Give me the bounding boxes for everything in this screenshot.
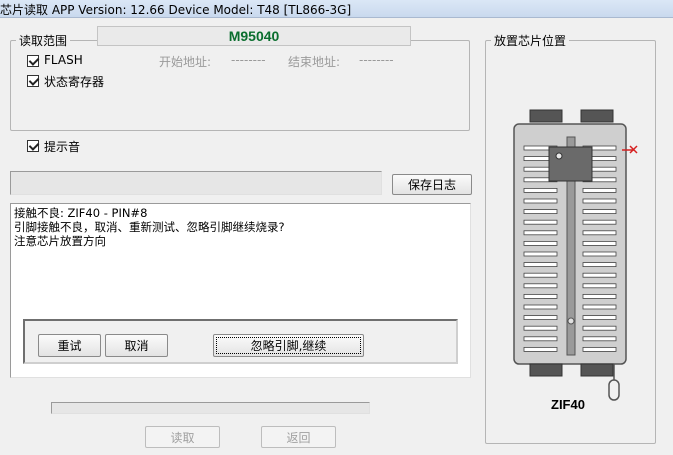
- socket-pin-right: [582, 304, 617, 310]
- start-address-label: 开始地址:: [159, 55, 212, 69]
- socket-top-tab: [580, 109, 614, 123]
- ignore-pin-continue-button[interactable]: 忽略引脚,继续: [213, 334, 364, 357]
- socket-pin-left: [523, 315, 558, 321]
- start-address-value: --------: [231, 53, 266, 67]
- flash-label: FLASH: [44, 53, 83, 67]
- chip-pin1-dot: [555, 152, 563, 160]
- socket-pin-right: [582, 283, 617, 289]
- socket-pin-right: [582, 315, 617, 321]
- socket-pin-right: [582, 251, 617, 257]
- socket-pin-left: [523, 272, 558, 278]
- log-line: 接触不良: ZIF40 - PIN#8: [14, 206, 148, 220]
- socket-pin-left: [523, 198, 558, 204]
- socket-pin-right: [582, 219, 617, 225]
- prompt-sound-label: 提示音: [44, 140, 81, 154]
- read-range-legend: 读取范围: [16, 32, 71, 49]
- socket-pin-left: [523, 336, 558, 342]
- save-log-button[interactable]: 保存日志: [392, 174, 472, 195]
- socket-pin-left: [523, 283, 558, 289]
- operation-progress-bar: [10, 171, 382, 195]
- socket-lever-handle: [608, 379, 620, 401]
- socket-pin-right: [582, 198, 617, 204]
- socket-pin-left: [523, 209, 558, 214]
- socket-label: ZIF40: [551, 397, 585, 412]
- socket-pin-left: [523, 262, 558, 268]
- socket-pin-right: [582, 272, 617, 278]
- window-title: 芯片读取 APP Version: 12.66 Device Model: T4…: [0, 3, 352, 17]
- socket-pin-left: [523, 346, 558, 352]
- log-line: 引脚接触不良，取消、重新测试、忽略引脚继续烧录?: [14, 220, 285, 234]
- prompt-sound-checkbox[interactable]: [27, 140, 39, 152]
- socket-pin-right: [582, 188, 617, 193]
- socket-pin-left: [523, 219, 558, 225]
- read-button[interactable]: 读取: [145, 426, 220, 448]
- socket-pin-right: [582, 293, 617, 299]
- chip-name: M95040: [228, 28, 280, 44]
- socket-pin-right: [582, 325, 617, 331]
- socket-pin-left: [523, 293, 558, 299]
- socket-top-tab: [529, 109, 563, 123]
- socket-pin-right: [582, 209, 617, 214]
- socket-pin-left: [523, 251, 558, 257]
- socket-pin-left: [523, 230, 558, 236]
- back-button[interactable]: 返回: [261, 426, 336, 448]
- zif-socket-diagram: [513, 109, 638, 401]
- socket-pin-right: [582, 336, 617, 342]
- log-line: 注意芯片放置方向: [14, 234, 106, 248]
- socket-pin-left: [523, 304, 558, 310]
- socket-bottom-tab: [529, 363, 563, 377]
- status-register-checkbox[interactable]: [27, 75, 39, 87]
- cancel-button[interactable]: 取消: [105, 334, 168, 357]
- socket-bottom-tab: [580, 363, 614, 377]
- socket-pin-right: [582, 230, 617, 236]
- socket-slot-hole: [567, 317, 575, 325]
- socket-pin-right: [582, 346, 617, 352]
- status-register-label: 状态寄存器: [44, 75, 105, 89]
- chip-placement-legend: 放置芯片位置: [491, 32, 570, 49]
- end-address-label: 结束地址:: [288, 55, 341, 69]
- socket-pin-left: [523, 188, 558, 193]
- socket-pin-left: [523, 240, 558, 246]
- flash-checkbox[interactable]: [27, 55, 39, 67]
- title-bar: 芯片读取 APP Version: 12.66 Device Model: T4…: [0, 0, 673, 18]
- chip-body: [548, 146, 593, 182]
- chip-name-bar: M95040: [97, 26, 411, 46]
- socket-pin-left: [523, 325, 558, 331]
- read-progress-bar: [51, 402, 370, 414]
- socket-pin-right: [582, 262, 617, 268]
- end-address-value: --------: [359, 53, 394, 67]
- retry-button[interactable]: 重试: [38, 334, 101, 357]
- socket-pin-right: [582, 240, 617, 246]
